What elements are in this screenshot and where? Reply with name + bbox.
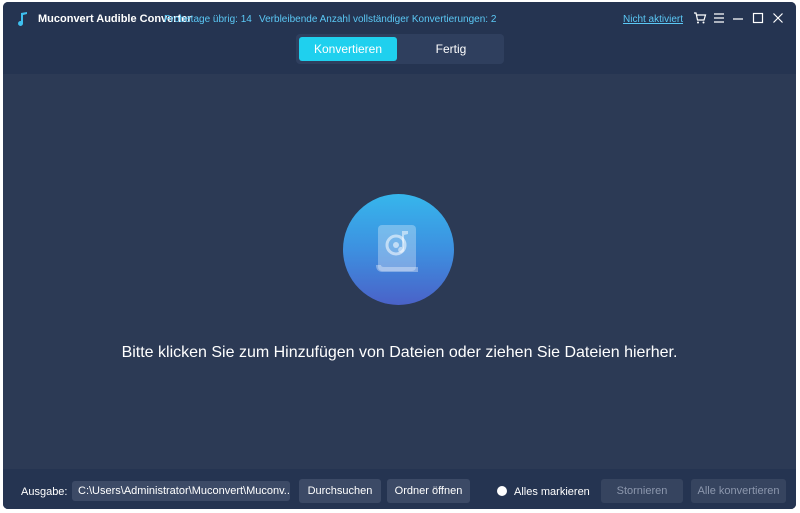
- output-path-field[interactable]: C:\Users\Administrator\Muconvert\Muconv.…: [72, 481, 290, 501]
- minimize-icon[interactable]: [731, 11, 745, 25]
- music-note-icon: [18, 12, 27, 26]
- close-icon[interactable]: [771, 11, 785, 25]
- audiobook-icon: [376, 225, 418, 272]
- footer-bar: Ausgabe: C:\Users\Administrator\Muconver…: [3, 469, 796, 509]
- add-files-button[interactable]: [343, 194, 454, 305]
- select-all-label[interactable]: Alles markieren: [514, 486, 590, 498]
- maximize-icon[interactable]: [751, 11, 765, 25]
- output-label: Ausgabe:: [21, 486, 68, 498]
- activation-link[interactable]: Nicht aktiviert: [623, 14, 683, 25]
- select-all-radio[interactable]: [497, 486, 507, 496]
- tab-convert[interactable]: Konvertieren: [299, 37, 397, 61]
- trial-days-remaining: Probetage übrig: 14: [164, 14, 252, 25]
- tab-finished[interactable]: Fertig: [401, 37, 501, 61]
- remaining-conversions: Verbleibende Anzahl vollständiger Konver…: [259, 14, 497, 25]
- open-folder-button[interactable]: Ordner öffnen: [387, 479, 470, 503]
- cart-icon[interactable]: [693, 11, 707, 25]
- browse-button[interactable]: Durchsuchen: [299, 479, 381, 503]
- cancel-button[interactable]: Stornieren: [601, 479, 683, 503]
- app-window: Muconvert Audible Converter Probetage üb…: [3, 2, 796, 509]
- title-bar: Muconvert Audible Converter Probetage üb…: [3, 2, 796, 74]
- drop-hint-text: Bitte klicken Sie zum Hinzufügen von Dat…: [121, 344, 678, 361]
- tab-bar: Konvertieren Fertig: [296, 34, 504, 64]
- convert-all-button[interactable]: Alle konvertieren: [691, 479, 786, 503]
- menu-icon[interactable]: [712, 11, 726, 25]
